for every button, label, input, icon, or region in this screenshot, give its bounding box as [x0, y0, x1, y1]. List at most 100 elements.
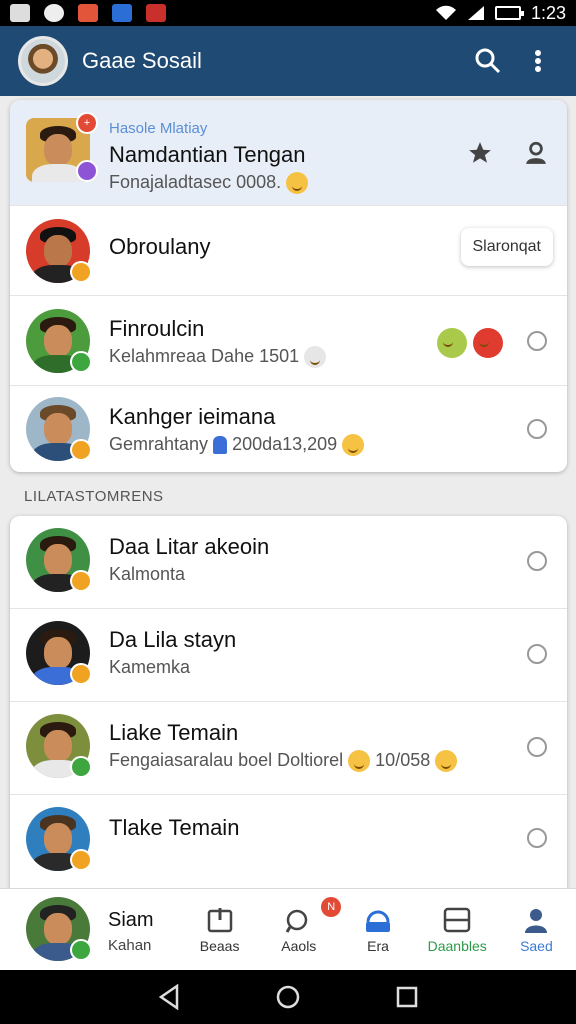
search-button[interactable]	[468, 41, 508, 81]
list-item[interactable]: Da Lila stayn Kamemka	[10, 609, 567, 702]
news-icon	[146, 4, 166, 22]
item-name: Tlake Temain	[109, 815, 240, 840]
status-badge	[70, 756, 92, 778]
status-badge	[70, 938, 92, 961]
wifi-icon	[435, 5, 456, 20]
status-badge	[70, 439, 92, 461]
back-icon[interactable]	[157, 984, 181, 1010]
nav-item-saed[interactable]: Saed	[497, 889, 576, 971]
list-item[interactable]: Tlake Temain	[10, 795, 567, 892]
select-radio[interactable]	[527, 331, 547, 351]
conversation-card-primary: + Hasole Mlatiay Namdantian Tengan Fonaj…	[10, 100, 567, 472]
content-area: + Hasole Mlatiay Namdantian Tengan Fonaj…	[0, 96, 576, 892]
status-badge	[70, 849, 92, 871]
battery-icon	[494, 6, 524, 20]
avatar	[26, 309, 92, 373]
person-icon[interactable]	[523, 140, 549, 166]
emoji-icon	[348, 750, 371, 773]
status-badge	[70, 570, 92, 592]
nav-label: Saed	[520, 937, 553, 954]
account-icon	[525, 908, 548, 933]
app-bar: Gaae Sosail	[0, 26, 576, 96]
photo-icon	[10, 4, 30, 22]
item-name: Daa Litar akeoin	[109, 534, 270, 559]
item-name: Kanhger ieimana	[109, 404, 276, 429]
item-name: Finroulcin	[109, 316, 205, 341]
nav-item-aaols[interactable]: N Aaols	[259, 889, 342, 971]
more-vert-icon	[535, 50, 541, 72]
more-options-button[interactable]	[518, 41, 558, 81]
select-radio[interactable]	[527, 737, 547, 757]
status-badge	[76, 160, 98, 182]
sync-icon	[44, 4, 64, 22]
item-subtitle: Kelahmreaa Dahe 1501	[109, 346, 327, 369]
emoji-icon	[342, 434, 365, 457]
section-header: LILATASTOMRENS	[24, 488, 164, 505]
search-icon	[475, 48, 501, 74]
reaction-icon	[473, 328, 503, 358]
status-badge	[70, 261, 92, 283]
profile-summary[interactable]: Siam Kahan	[0, 889, 180, 971]
emoji-icon	[304, 346, 327, 369]
nav-label: Daanbles	[427, 937, 487, 954]
select-radio[interactable]	[527, 419, 547, 439]
notification-badge: +	[76, 112, 98, 134]
emoji-icon	[435, 750, 458, 773]
list-item-highlighted[interactable]: + Hasole Mlatiay Namdantian Tengan Fonaj…	[10, 100, 567, 206]
nav-item-daanbles[interactable]: Daanbles	[418, 889, 497, 971]
user-avatar[interactable]	[18, 36, 68, 86]
status-time: 1:23	[530, 2, 566, 23]
item-name: Obroulany	[109, 234, 211, 259]
app-notification-icon	[78, 4, 98, 22]
action-chip-button[interactable]: Slaronqat	[460, 228, 553, 266]
home-icon[interactable]	[275, 984, 301, 1010]
item-name: Da Lila stayn	[109, 627, 237, 652]
nav-item-era[interactable]: Era	[338, 889, 417, 971]
inbox-icon	[443, 907, 471, 932]
list-item[interactable]: Obroulany Slaronqat	[10, 206, 567, 296]
status-badge	[70, 663, 92, 685]
bell-icon	[213, 436, 228, 455]
status-badge	[70, 351, 92, 373]
nav-label: Beaas	[199, 937, 240, 954]
item-subtitle: Fengaiasaralau boel Doltiorel 10/058	[109, 750, 458, 773]
avatar	[26, 621, 92, 685]
nav-item-beaas[interactable]: Beaas	[180, 889, 259, 971]
emoji-icon	[286, 172, 309, 195]
avatar	[26, 896, 92, 961]
profile-subtitle: Kahan	[108, 936, 152, 954]
profile-name: Siam	[108, 908, 154, 931]
item-subtitle: Kalmonta	[109, 564, 186, 584]
signal-icon	[467, 6, 484, 20]
select-radio[interactable]	[527, 644, 547, 664]
avatar	[26, 397, 92, 461]
avatar	[26, 219, 92, 283]
avatar	[26, 528, 92, 592]
list-item[interactable]: Kanhger ieimana Gemrahtany 200da13,209	[10, 386, 567, 472]
app-title: Gaae Sosail	[82, 48, 202, 73]
mail-icon	[112, 4, 132, 22]
star-icon[interactable]	[467, 140, 493, 166]
list-item[interactable]: Liake Temain Fengaiasaralau boel Doltior…	[10, 702, 567, 795]
lock-icon	[366, 910, 390, 932]
item-label: Hasole Mlatiay	[109, 120, 208, 137]
avatar	[26, 807, 92, 871]
bottom-navigation: Siam Kahan Beaas N Aaols Era Daanbles Sa…	[0, 888, 576, 970]
item-subtitle: Fonajaladtasec 0008.	[109, 172, 309, 195]
conversation-card-secondary: Daa Litar akeoin Kalmonta Da Lila stayn …	[10, 516, 567, 892]
select-radio[interactable]	[527, 551, 547, 571]
item-name: Namdantian Tengan	[109, 142, 306, 167]
item-subtitle: Gemrahtany 200da13,209	[109, 434, 365, 457]
item-name: Liake Temain	[109, 720, 239, 745]
chat-search-icon	[285, 909, 308, 933]
recents-icon[interactable]	[395, 985, 419, 1009]
select-radio[interactable]	[527, 828, 547, 848]
avatar: +	[26, 112, 98, 182]
calendar-icon	[207, 907, 232, 932]
nav-label: Era	[367, 937, 389, 954]
status-bar: 1:23	[0, 0, 576, 26]
list-item[interactable]: Daa Litar akeoin Kalmonta	[10, 516, 567, 609]
list-item[interactable]: Finroulcin Kelahmreaa Dahe 1501	[10, 296, 567, 386]
system-navigation-bar	[0, 970, 576, 1024]
nav-label: Aaols	[281, 937, 317, 954]
